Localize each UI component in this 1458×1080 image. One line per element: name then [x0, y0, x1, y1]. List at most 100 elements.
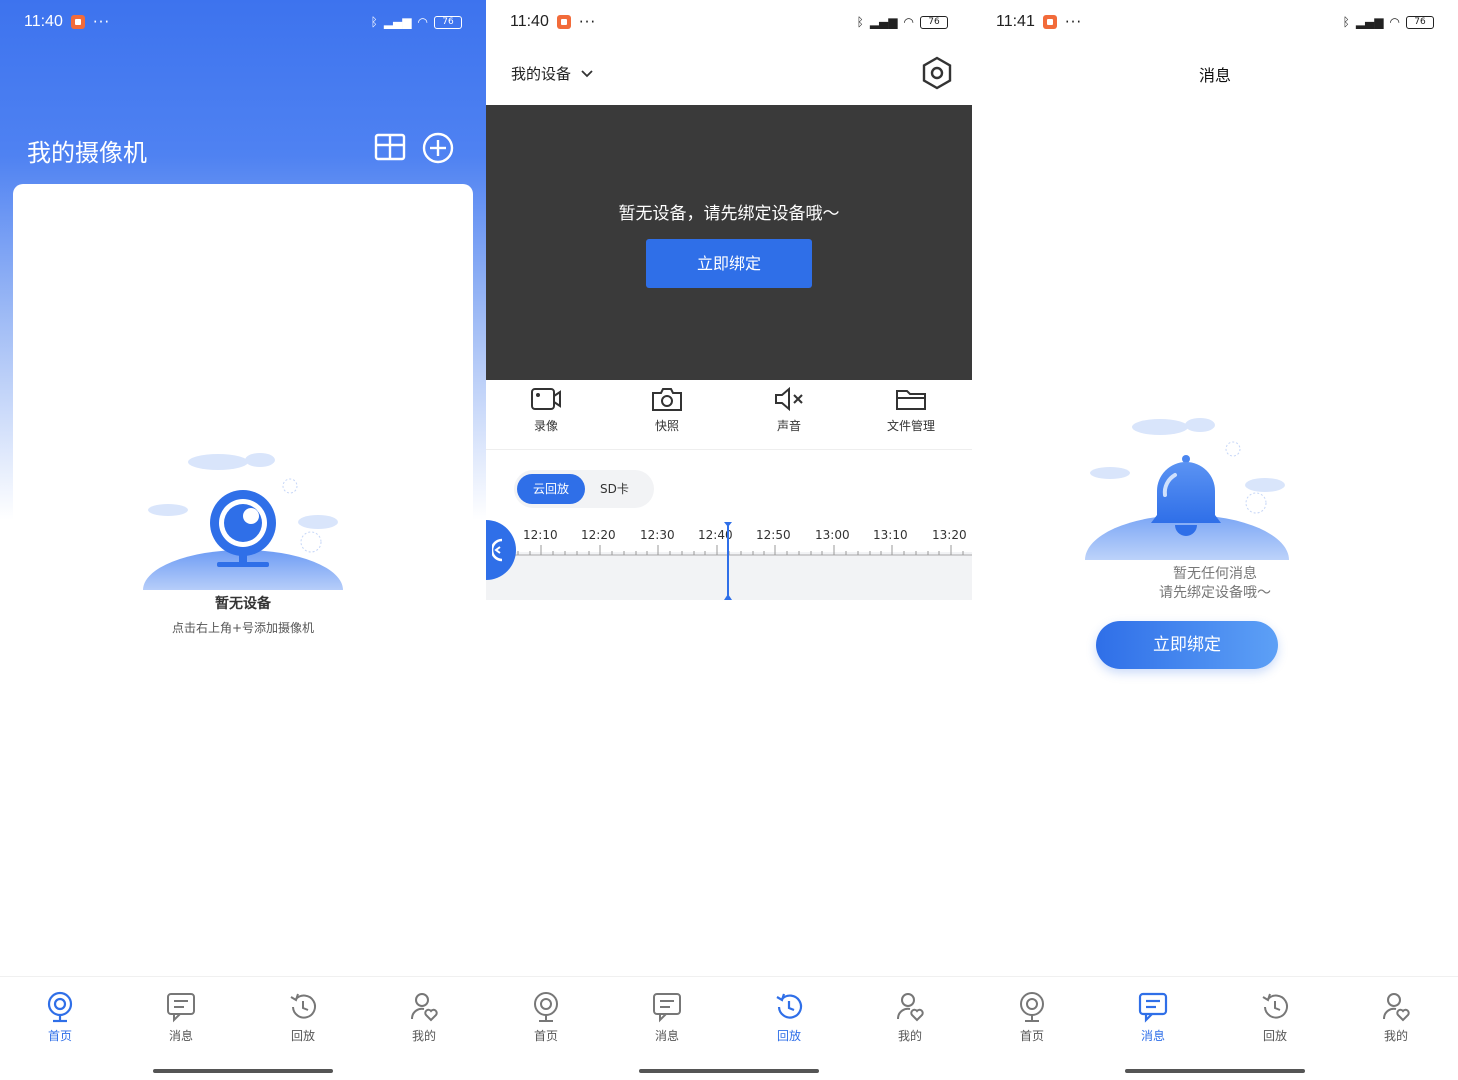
nav-messages[interactable]: 消息: [637, 991, 697, 1044]
nav-home[interactable]: 首页: [516, 991, 576, 1044]
nav-mine[interactable]: 我的: [880, 991, 940, 1044]
nav-playback-label: 回放: [290, 1029, 315, 1043]
status-bar: 11:40 ··· ᛒ ▂▄▆ ◠ 76: [486, 0, 972, 44]
status-time: 11:40: [510, 13, 549, 30]
sd-card-tab[interactable]: SD卡: [600, 474, 629, 504]
camera-nav-icon: [534, 992, 558, 1022]
timeline-cursor[interactable]: [722, 522, 734, 600]
nav-messages-label: 消息: [654, 1029, 679, 1043]
nav-mine-label: 我的: [897, 1029, 922, 1043]
signal-icon: ▂▄▆: [869, 15, 898, 29]
bluetooth-icon: ᛒ: [370, 15, 378, 29]
message-nav-icon: [167, 993, 195, 1023]
timeline-label: 13:10: [873, 528, 908, 542]
status-bar: 11:41 ··· ᛒ ▂▄▆ ◠ 76: [972, 0, 1458, 44]
status-icons: ᛒ ▂▄▆ ◠ 76: [857, 15, 948, 29]
player-message: 暂无设备，请先绑定设备哦～: [618, 204, 840, 224]
folder-icon: [896, 390, 926, 410]
nav-mine-label: 我的: [1383, 1029, 1408, 1043]
wifi-icon: ◠: [417, 15, 428, 29]
empty-title: 暂无设备: [215, 596, 271, 612]
home-indicator: [639, 1069, 819, 1073]
mute-icon: [775, 386, 803, 412]
camera-nav-icon: [1020, 992, 1044, 1022]
timeline-label: 13:20: [932, 528, 967, 542]
more-dots-icon: ···: [1064, 13, 1083, 31]
bind-now-button[interactable]: 立即绑定: [646, 239, 812, 288]
status-icons: ᛒ ▂▄▆ ◠ 76: [1343, 15, 1434, 29]
nav-playback[interactable]: 回放: [759, 991, 819, 1044]
camera-illustration: [143, 453, 343, 590]
history-nav-icon: [1262, 993, 1288, 1019]
battery-icon: 76: [920, 15, 948, 29]
empty-message-line2: 请先绑定设备哦～: [1159, 585, 1271, 601]
timeline-label: 12:10: [523, 528, 558, 542]
battery-icon: 76: [1406, 15, 1434, 29]
history-nav-icon: [290, 993, 316, 1019]
more-dots-icon: ···: [578, 13, 597, 31]
add-device-icon[interactable]: [422, 132, 454, 164]
sound-tool-label: 声音: [776, 419, 801, 433]
nav-messages[interactable]: 消息: [151, 991, 211, 1044]
bell-illustration: [1085, 418, 1289, 560]
wifi-icon: ◠: [1389, 15, 1400, 29]
bottom-nav: 首页 消息 回放 我的: [972, 976, 1458, 1080]
signal-icon: ▂▄▆: [1355, 15, 1384, 29]
bluetooth-icon: ᛒ: [856, 15, 864, 29]
more-dots-icon: ···: [92, 13, 111, 31]
history-nav-icon: [776, 993, 803, 1019]
message-nav-icon: [1138, 992, 1168, 1023]
screen-playback: 11:40 ··· ᛒ ▂▄▆ ◠ 76 我的设备 暂无设备，请先绑定设备哦～ …: [486, 0, 972, 1080]
status-icons: ᛒ ▂▄▆ ◠ 76: [371, 15, 462, 29]
empty-subtitle: 点击右上角+号添加摄像机: [171, 621, 315, 635]
user-nav-icon: [411, 993, 438, 1022]
bottom-nav: 首页 消息 回放 我的: [0, 976, 486, 1080]
assist-icon: [492, 538, 503, 562]
bind-now-button[interactable]: 立即绑定: [1096, 621, 1278, 669]
nav-messages-label: 消息: [168, 1029, 193, 1043]
camera-icon: [652, 388, 682, 411]
record-indicator-icon: [70, 15, 85, 29]
timeline-label: 12:50: [756, 528, 791, 542]
file-manager-tool[interactable]: 文件管理: [871, 386, 951, 434]
nav-messages-label: 消息: [1140, 1029, 1165, 1043]
cloud-playback-tab[interactable]: 云回放: [517, 474, 585, 504]
nav-home[interactable]: 首页: [1002, 991, 1062, 1044]
nav-playback-label: 回放: [1262, 1029, 1287, 1043]
timeline-label: 12:20: [581, 528, 616, 542]
battery-icon: 76: [434, 15, 462, 29]
record-indicator-icon: [556, 15, 571, 29]
grid-view-icon[interactable]: [374, 133, 406, 163]
nav-mine[interactable]: 我的: [394, 991, 454, 1044]
nav-home-label: 首页: [533, 1029, 558, 1043]
settings-icon[interactable]: [921, 56, 953, 90]
device-selector-label: 我的设备: [511, 65, 572, 83]
nav-messages[interactable]: 消息: [1123, 991, 1183, 1044]
nav-playback[interactable]: 回放: [1245, 991, 1305, 1044]
timeline[interactable]: 0 12:10 12:20 12:30 12:40 12:50 13:00 13…: [486, 522, 972, 600]
record-tool[interactable]: 录像: [506, 386, 586, 434]
page-title: 我的摄像机: [27, 139, 147, 167]
nav-mine[interactable]: 我的: [1366, 991, 1426, 1044]
timeline-label: 13:00: [815, 528, 850, 542]
nav-home-label: 首页: [47, 1029, 72, 1043]
camera-nav-icon: [47, 991, 73, 1023]
sound-tool[interactable]: 声音: [749, 386, 829, 434]
video-record-icon: [531, 388, 561, 410]
chevron-down-icon: [581, 69, 593, 77]
screens: 11:40 ··· ᛒ ▂▄▆ ◠ 76 我的摄像机 暂无设备 点击右上角+号添…: [0, 0, 1458, 1080]
snapshot-tool[interactable]: 快照: [627, 386, 707, 434]
record-tool-label: 录像: [533, 419, 558, 433]
empty-message-line1: 暂无任何消息: [1173, 566, 1257, 582]
nav-home[interactable]: 首页: [30, 991, 90, 1044]
home-indicator: [1125, 1069, 1305, 1073]
nav-playback[interactable]: 回放: [273, 991, 333, 1044]
status-time: 11:40: [24, 13, 63, 30]
snapshot-tool-label: 快照: [654, 419, 679, 433]
bottom-nav: 首页 消息 回放 我的: [486, 976, 972, 1080]
page-title: 消息: [1198, 66, 1231, 85]
user-nav-icon: [1383, 993, 1410, 1022]
toolbar: 录像 快照 声音 文件管理: [486, 380, 972, 450]
screen-messages: 11:41 ··· ᛒ ▂▄▆ ◠ 76 消息 暂无任何消息 请先绑定设备哦～ …: [972, 0, 1458, 1080]
device-selector[interactable]: 我的设备: [511, 63, 593, 84]
